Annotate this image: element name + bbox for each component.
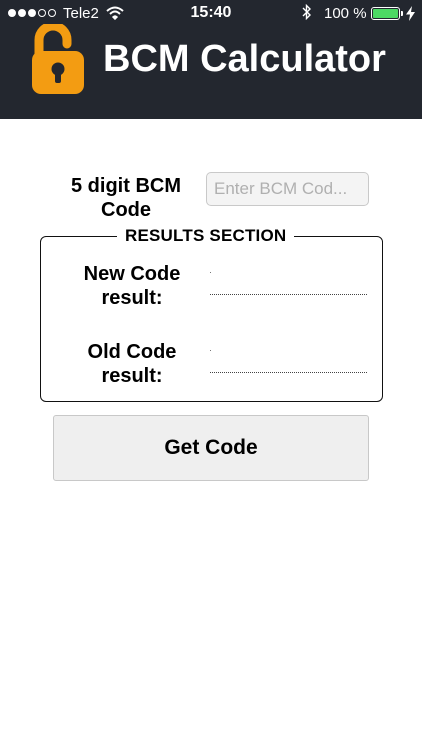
app-title: BCM Calculator xyxy=(103,38,386,80)
app-header: Tele2 15:40 100 % BCM Calculator xyxy=(0,0,422,119)
old-code-label: Old Code result: xyxy=(87,341,177,387)
battery-icon xyxy=(371,7,400,20)
bcm-code-label: 5 digit BCM Code xyxy=(71,175,181,221)
charging-bolt-icon xyxy=(406,6,415,21)
bluetooth-icon xyxy=(302,4,311,20)
new-code-label: New Code result: xyxy=(83,263,181,309)
bcm-code-input[interactable] xyxy=(206,172,369,206)
battery-level xyxy=(373,9,398,18)
battery-tip xyxy=(401,11,403,16)
old-code-cursor-mark xyxy=(210,350,211,351)
unlocked-padlock-icon xyxy=(32,24,84,94)
old-code-result xyxy=(210,351,367,373)
results-section-title: RESULTS SECTION xyxy=(117,226,295,246)
new-code-result xyxy=(210,273,367,295)
battery-percentage: 100 % xyxy=(324,5,367,22)
get-code-button[interactable]: Get Code xyxy=(53,415,369,481)
new-code-cursor-mark xyxy=(210,272,211,273)
